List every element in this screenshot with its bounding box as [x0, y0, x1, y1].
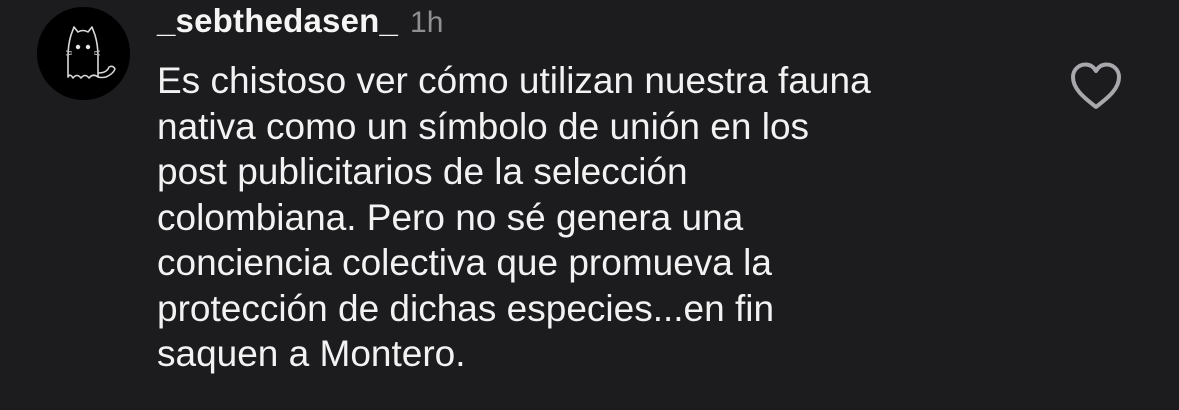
comment-header: _sebthedasen_ 1h: [157, 2, 443, 46]
like-button[interactable]: [1068, 60, 1124, 112]
comment-item: _sebthedasen_ 1h Es chistoso ver cómo ut…: [0, 0, 1179, 410]
comment-text: Es chistoso ver cómo utilizan nuestra fa…: [157, 60, 871, 374]
timestamp: 1h: [410, 6, 444, 39]
username[interactable]: _sebthedasen_: [157, 2, 398, 40]
avatar[interactable]: [37, 7, 130, 100]
ghost-cat-icon: [37, 7, 130, 100]
heart-outline-icon: [1071, 62, 1121, 109]
